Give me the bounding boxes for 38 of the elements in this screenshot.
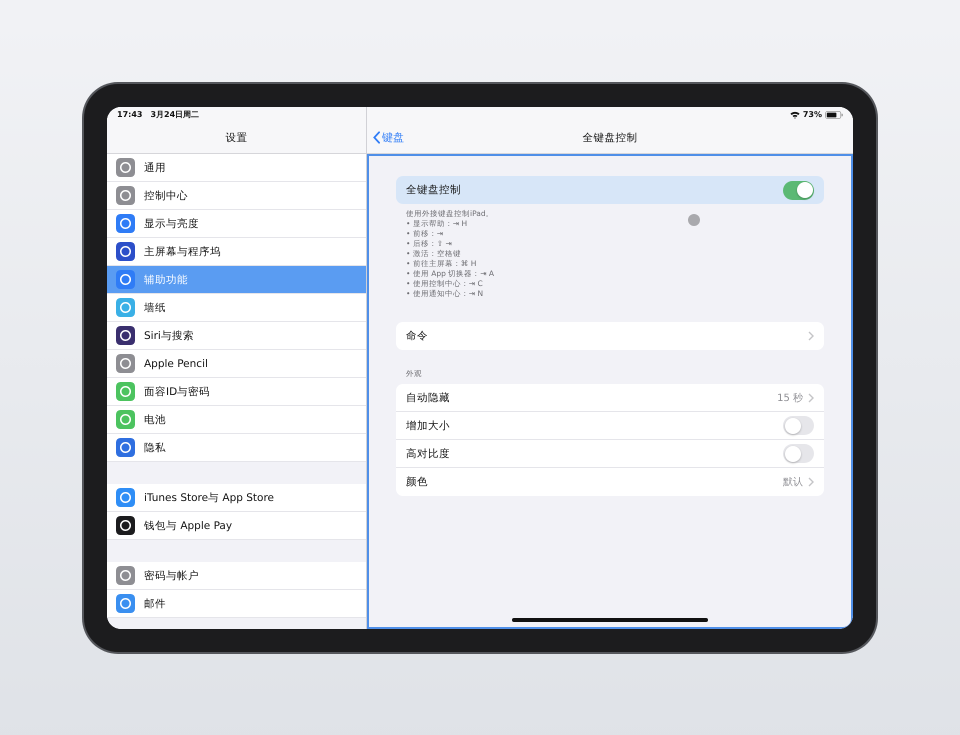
chevron-right-icon [808,477,814,487]
status-time: 17:43 [117,110,142,119]
wifi-icon [790,110,800,118]
sidebar-item[interactable]: 控制中心 [107,182,366,210]
chevron-right-icon [808,392,814,402]
toggle-switch[interactable] [783,180,814,200]
toggle-switch[interactable] [783,416,814,435]
sidebar-item[interactable]: 密码与帐户 [107,562,366,590]
chevron-left-icon [373,131,380,144]
battery-icon [825,110,843,118]
sidebar-item[interactable]: Apple Pencil [107,350,366,378]
sidebar-item[interactable]: 墙纸 [107,294,366,322]
toggle-switch[interactable] [783,444,814,463]
row-value: 默认 [783,476,803,489]
row-label: 高对比度 [406,446,451,460]
sidebar-item[interactable]: 邮件 [107,590,366,618]
back-button[interactable]: 键盘 [373,130,404,145]
sidebar-title: 设置 [226,130,248,144]
sidebar-item[interactable]: 钱包与 Apple Pay [107,512,366,540]
toggle-row[interactable]: 全键盘控制 [396,176,824,204]
row-label: 全键盘控制 [406,183,461,197]
sidebar-item[interactable]: 电池 [107,406,366,434]
battery-percent: 73% [802,110,822,119]
sidebar-item[interactable]: 面容ID与密码 [107,378,366,406]
chevron-right-icon [808,331,814,341]
status-date: 3月24日周二 [150,109,200,120]
sidebar-item[interactable]: iTunes Store与 App Store [107,484,366,512]
sidebar-item[interactable]: 通用 [107,154,366,182]
page-title: 全键盘控制 [582,130,638,144]
row-label: 颜色 [406,475,429,489]
sidebar-item[interactable]: Siri与搜索 [107,322,366,350]
row-label: 自动隐藏 [406,390,451,404]
row-value: 15 秒 [777,392,803,404]
pointer-dot [688,214,700,226]
commands-row[interactable]: 命令 [396,322,824,350]
row-label: 增加大小 [406,418,451,432]
sidebar-item[interactable]: 隐私 [107,434,366,462]
sidebar-item[interactable]: 显示与亮度 [107,210,366,238]
